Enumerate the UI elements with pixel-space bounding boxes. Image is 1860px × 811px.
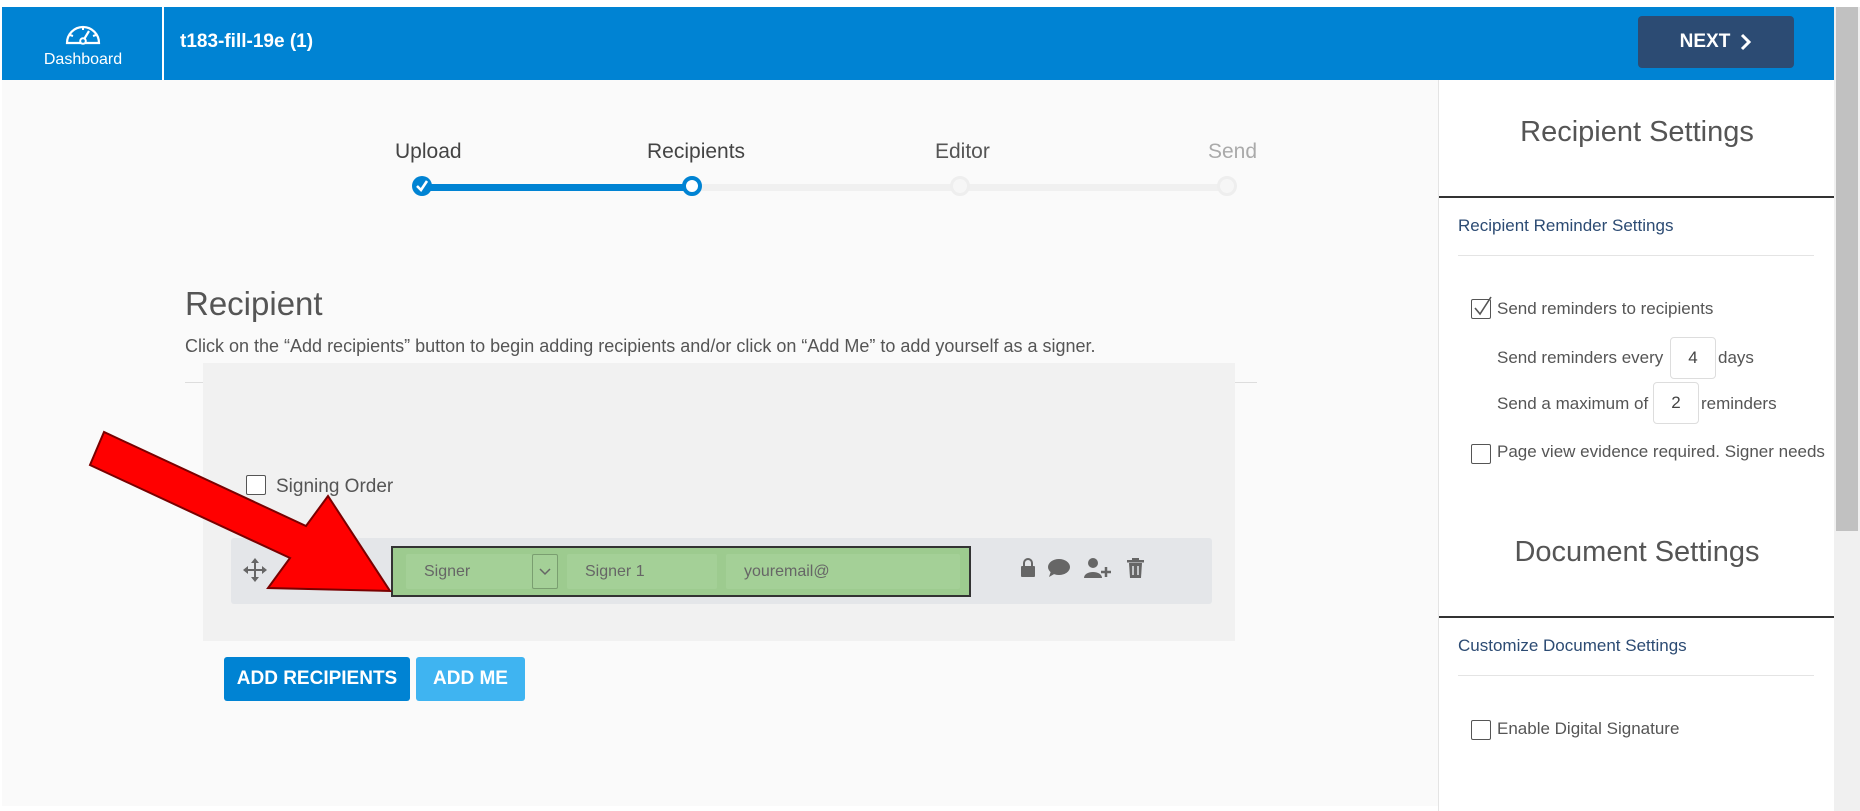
settings-panel: Recipient Settings Recipient Reminder Se… <box>1438 80 1835 811</box>
step-dot-pending <box>950 176 970 196</box>
enable-digital-signature-label: Enable Digital Signature <box>1497 719 1680 738</box>
step-upload[interactable]: Upload <box>395 140 462 164</box>
enable-digital-signature-checkbox[interactable] <box>1471 720 1491 740</box>
next-button[interactable]: NEXT <box>1638 16 1794 68</box>
document-title: t183-fill-19e (1) <box>180 31 314 52</box>
chevron-right-icon <box>1741 33 1752 51</box>
recipient-reminder-settings-heading: Recipient Reminder Settings <box>1458 216 1674 235</box>
divider <box>1439 196 1835 198</box>
send-reminders-checkbox[interactable] <box>1471 296 1492 319</box>
step-recipients[interactable]: Recipients <box>647 140 745 164</box>
top-bar: Dashboard t183-fill-19e (1) NEXT <box>2 7 1834 80</box>
reminder-max-prefix: Send a maximum of <box>1497 394 1649 413</box>
signer-name-input[interactable]: Signer 1 <box>567 554 717 589</box>
chevron-down-icon <box>539 567 551 575</box>
add-recipients-button[interactable]: ADD RECIPIENTS <box>224 657 410 701</box>
step-editor[interactable]: Editor <box>935 140 990 164</box>
divider <box>1439 616 1835 618</box>
lock-icon[interactable] <box>1020 558 1036 578</box>
step-dot-pending <box>1217 176 1237 196</box>
dashboard-gauge-icon <box>65 25 101 45</box>
checkmark-icon <box>416 180 429 193</box>
scrollbar-thumb[interactable] <box>1836 7 1858 531</box>
signer-email-input[interactable]: youremail@ <box>726 554 960 589</box>
divider <box>1458 255 1814 256</box>
reminder-max-input[interactable]: 2 <box>1653 382 1699 424</box>
step-dot-done <box>412 176 432 196</box>
recipient-heading: Recipient <box>185 285 323 322</box>
dashboard-button[interactable]: Dashboard <box>2 7 164 80</box>
comment-icon[interactable] <box>1047 558 1071 578</box>
trash-icon[interactable] <box>1127 558 1144 578</box>
step-dot-current <box>682 176 702 196</box>
reminder-every-suffix: days <box>1718 348 1754 367</box>
role-select[interactable]: Signer <box>406 554 532 589</box>
step-send[interactable]: Send <box>1208 140 1257 164</box>
customize-document-settings-heading: Customize Document Settings <box>1458 636 1687 655</box>
step-line-pending <box>960 184 1227 191</box>
add-me-button[interactable]: ADD ME <box>416 657 525 701</box>
step-line-pending <box>692 184 960 191</box>
recipient-description: Click on the “Add recipients” button to … <box>185 336 1096 356</box>
step-line-complete <box>422 184 692 191</box>
reminder-max-suffix: reminders <box>1701 394 1777 413</box>
add-user-icon[interactable] <box>1083 557 1111 579</box>
role-select-dropdown[interactable] <box>532 554 558 589</box>
recipient-settings-title: Recipient Settings <box>1520 116 1754 148</box>
reminder-every-prefix: Send reminders every <box>1497 348 1664 367</box>
document-settings-title: Document Settings <box>1514 536 1760 568</box>
checkmark-icon <box>1474 296 1492 316</box>
dashboard-label: Dashboard <box>43 51 123 68</box>
page-view-evidence-checkbox[interactable] <box>1471 444 1491 464</box>
page-view-evidence-label: Page view evidence required. Signer need… <box>1497 442 1825 461</box>
next-button-label: NEXT <box>1679 31 1731 52</box>
send-reminders-label: Send reminders to recipients <box>1497 299 1714 318</box>
red-arrow-annotation <box>88 430 392 593</box>
reminder-interval-input[interactable]: 4 <box>1670 337 1716 379</box>
divider <box>1458 675 1814 676</box>
